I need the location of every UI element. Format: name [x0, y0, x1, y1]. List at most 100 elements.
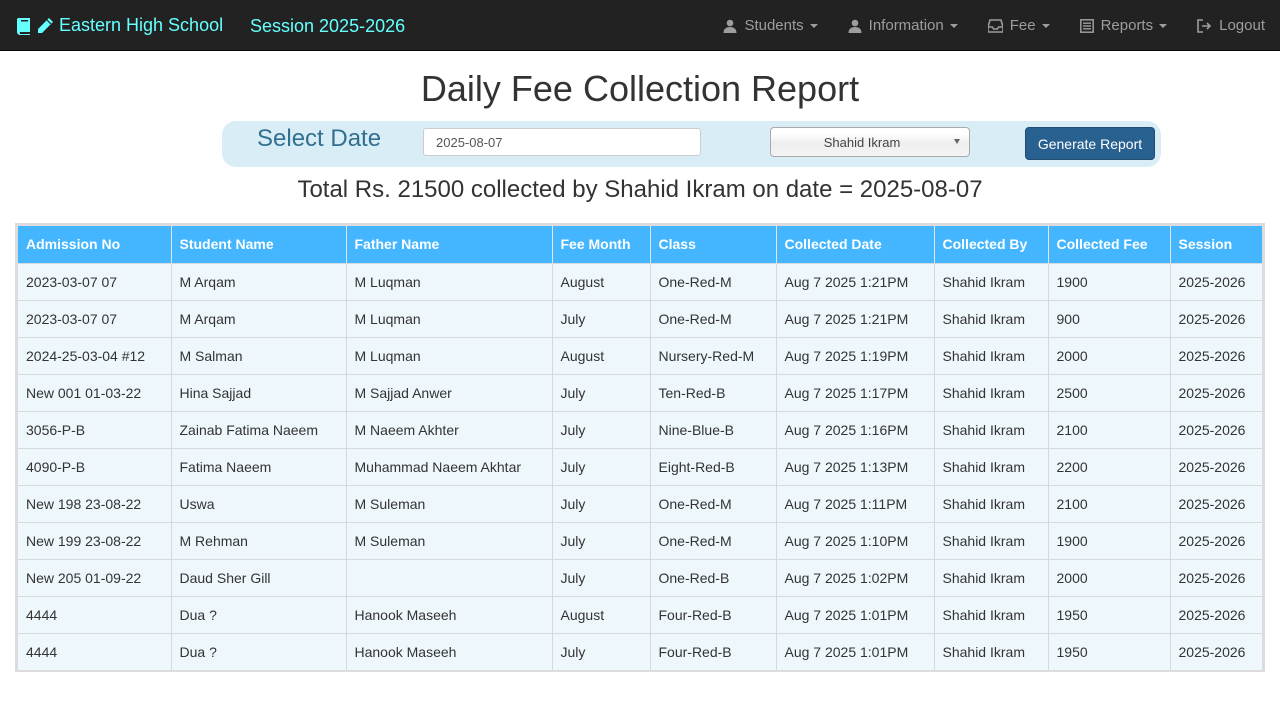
cell-collected-fee: 2200	[1048, 447, 1171, 485]
col-student-name[interactable]: Student Name	[171, 226, 347, 263]
cell-collected-by: Shahid Ikram	[934, 262, 1049, 300]
cell-collected-date: Aug 7 2025 1:02PM	[776, 558, 935, 596]
nav-students[interactable]: Students	[708, 0, 832, 51]
cell-fee-month: July	[552, 484, 651, 522]
cell-admission-no: 3056-P-B	[18, 410, 172, 448]
nav-menu: Students Information Fee Reports Logout	[708, 0, 1280, 51]
collector-select[interactable]: Shahid Ikram	[770, 127, 970, 157]
generate-report-button[interactable]: Generate Report	[1025, 127, 1155, 160]
cell-student-name: Zainab Fatima Naeem	[171, 410, 347, 448]
cell-collected-by: Shahid Ikram	[934, 632, 1049, 670]
cell-fee-month: July	[552, 410, 651, 448]
cell-admission-no: 4444	[18, 632, 172, 670]
col-father-name[interactable]: Father Name	[346, 226, 553, 263]
cell-collected-by: Shahid Ikram	[934, 373, 1049, 411]
cell-collected-by: Shahid Ikram	[934, 595, 1049, 633]
cell-collected-date: Aug 7 2025 1:19PM	[776, 336, 935, 374]
nav-reports[interactable]: Reports	[1065, 0, 1183, 51]
cell-collected-by: Shahid Ikram	[934, 299, 1049, 337]
nav-students-label: Students	[744, 17, 804, 34]
table-row: 2023-03-07 07 M Arqam M Luqman August One-Re…	[18, 262, 1262, 300]
col-collected-fee[interactable]: Collected Fee	[1048, 226, 1171, 263]
collection-summary: Total Rs. 21500 collected by Shahid Ikra…	[297, 176, 983, 203]
cell-fee-month: July	[552, 558, 651, 596]
cell-class: One-Red-M	[650, 521, 777, 559]
cell-father-name: M Naeem Akhter	[346, 410, 553, 448]
cell-father-name: Muhammad Naeem Akhtar	[346, 447, 553, 485]
table-row: 4444 Dua ? Hanook Maseeh August Four-Red-B Au…	[18, 595, 1262, 633]
top-navbar: Eastern High School Session 2025-2026 St…	[0, 0, 1280, 51]
cell-collected-by: Shahid Ikram	[934, 484, 1049, 522]
cell-father-name: M Suleman	[346, 521, 553, 559]
cell-collected-date: Aug 7 2025 1:21PM	[776, 262, 935, 300]
session-label: Session 2025-2026	[250, 16, 406, 36]
cell-collected-fee: 2500	[1048, 373, 1171, 411]
cell-collected-fee: 2000	[1048, 558, 1171, 596]
cell-collected-date: Aug 7 2025 1:16PM	[776, 410, 935, 448]
table-row: New 001 01-03-22 Hina Sajjad M Sajjad Anwe…	[18, 373, 1262, 411]
dropdown-arrow-icon	[954, 139, 960, 144]
cell-student-name: Fatima Naeem	[171, 447, 347, 485]
cell-collected-date: Aug 7 2025 1:01PM	[776, 632, 935, 670]
cell-admission-no: 4444	[18, 595, 172, 633]
cell-student-name: Daud Sher Gill	[171, 558, 347, 596]
nav-information[interactable]: Information	[833, 0, 973, 51]
cell-session: 2025-2026	[1170, 336, 1262, 374]
cell-collected-fee: 1950	[1048, 632, 1171, 670]
cell-student-name: M Arqam	[171, 262, 347, 300]
brand-link[interactable]: Eastern High School	[16, 0, 223, 51]
cell-collected-fee: 1900	[1048, 262, 1171, 300]
log-out-icon	[1197, 18, 1212, 33]
caret-down-icon	[949, 23, 958, 28]
cell-father-name: M Luqman	[346, 336, 553, 374]
cell-student-name: Dua ?	[171, 595, 347, 633]
cell-session: 2025-2026	[1170, 373, 1262, 411]
nav-reports-label: Reports	[1100, 17, 1154, 34]
cell-class: Eight-Red-B	[650, 447, 777, 485]
table-row: 4090-P-B Fatima Naeem Muhammad Naeem Akhta…	[18, 447, 1262, 485]
table-row: New 199 23-08-22 M Rehman M Suleman July One…	[18, 521, 1262, 559]
cell-fee-month: August	[552, 336, 651, 374]
col-collected-date[interactable]: Collected Date	[776, 226, 935, 263]
cell-father-name: M Luqman	[346, 262, 553, 300]
col-fee-month[interactable]: Fee Month	[552, 226, 651, 263]
caret-down-icon	[1159, 23, 1168, 28]
fee-table-container: Admission No Student Name Father Name Fe…	[15, 223, 1265, 672]
cell-collected-fee: 900	[1048, 299, 1171, 337]
cell-admission-no: 2023-03-07 07	[18, 299, 172, 337]
cell-session: 2025-2026	[1170, 595, 1262, 633]
collector-select-value: Shahid Ikram	[823, 135, 901, 150]
fee-collection-table: Admission No Student Name Father Name Fe…	[18, 226, 1262, 670]
cell-admission-no: New 198 23-08-22	[18, 484, 172, 522]
cell-session: 2025-2026	[1170, 521, 1262, 559]
cell-class: Ten-Red-B	[650, 373, 777, 411]
cell-father-name	[346, 558, 553, 596]
nav-logout[interactable]: Logout	[1182, 0, 1280, 51]
user-icon	[848, 19, 862, 33]
nav-fee[interactable]: Fee	[973, 0, 1065, 51]
cell-admission-no: 2023-03-07 07	[18, 262, 172, 300]
cell-father-name: M Sajjad Anwer	[346, 373, 553, 411]
col-class[interactable]: Class	[650, 226, 777, 263]
cell-collected-fee: 2100	[1048, 484, 1171, 522]
col-admission-no[interactable]: Admission No	[18, 226, 172, 263]
cell-collected-date: Aug 7 2025 1:11PM	[776, 484, 935, 522]
date-input[interactable]	[423, 128, 701, 156]
select-date-label: Select Date	[257, 125, 382, 152]
book-icon	[16, 17, 33, 35]
cell-collected-fee: 1950	[1048, 595, 1171, 633]
cell-collected-date: Aug 7 2025 1:21PM	[776, 299, 935, 337]
cell-collected-by: Shahid Ikram	[934, 558, 1049, 596]
col-collected-by[interactable]: Collected By	[934, 226, 1049, 263]
table-header-row: Admission No Student Name Father Name Fe…	[18, 226, 1262, 263]
table-row: 3056-P-B Zainab Fatima Naeem M Naeem Akhte…	[18, 410, 1262, 448]
brand-name: Eastern High School	[59, 15, 224, 35]
table-row: New 198 23-08-22 Uswa M Suleman July One-Red…	[18, 484, 1262, 522]
col-session[interactable]: Session	[1170, 226, 1262, 263]
cell-collected-by: Shahid Ikram	[934, 521, 1049, 559]
cell-fee-month: August	[552, 262, 651, 300]
cell-collected-by: Shahid Ikram	[934, 447, 1049, 485]
table-body: 2023-03-07 07 M Arqam M Luqman August One-Re…	[18, 262, 1262, 670]
cell-class: One-Red-B	[650, 558, 777, 596]
report-form: Select Date Shahid Ikram Generate Report	[222, 121, 1161, 167]
